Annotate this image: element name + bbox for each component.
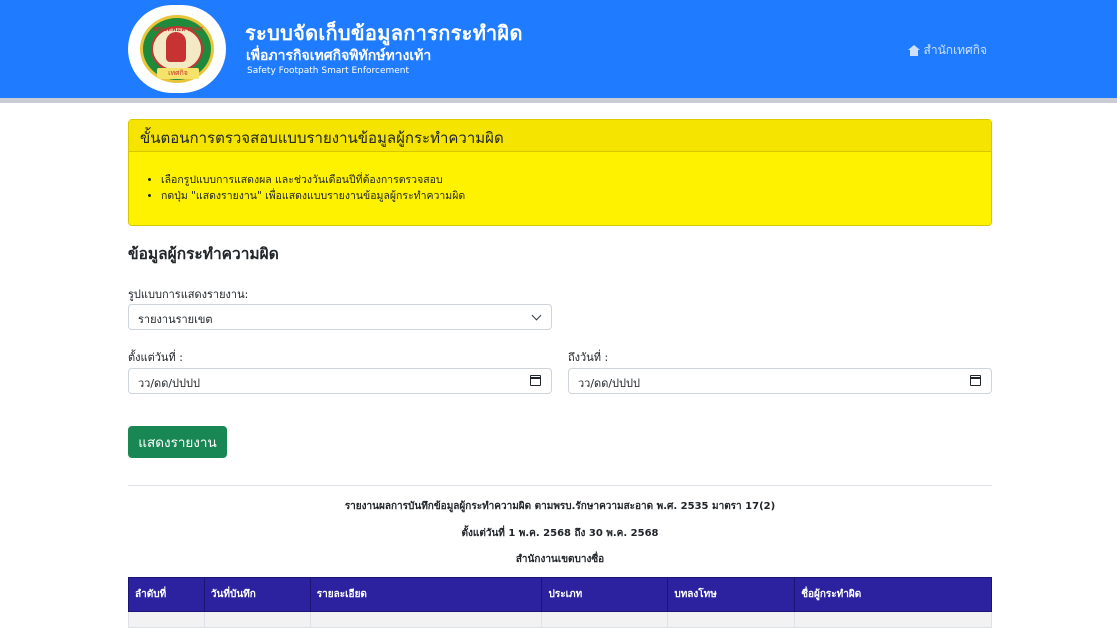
nav-link-home[interactable]: สำนักเทศกิจ xyxy=(907,41,987,60)
instructions-heading: ขั้นตอนการตรวจสอบแบบรายงานข้อมูลผู้กระทำ… xyxy=(129,120,991,152)
table-cell xyxy=(541,611,669,628)
report-type-label: รูปแบบการแสดงรายงาน: xyxy=(128,288,249,301)
from-date-input[interactable]: วว/ดด/ปปปป xyxy=(128,368,552,394)
table-cell xyxy=(794,611,992,628)
show-report-button[interactable]: แสดงรายงาน xyxy=(128,426,227,458)
column-header: ชื่อผู้กระทำผิด xyxy=(794,577,992,612)
report-type-value: รายงานรายเขต xyxy=(138,313,213,326)
column-header: รายละเอียด xyxy=(309,577,543,612)
column-header: วันที่บันทึก xyxy=(203,577,311,612)
to-date-input[interactable]: วว/ดด/ปปปป xyxy=(568,368,992,394)
logo-text-top: กรุงเทพมหานคร xyxy=(153,25,203,33)
header-divider xyxy=(0,98,1117,103)
table-cell xyxy=(203,611,311,628)
instructions-list: เลือกรูปแบบการแสดงผล และช่วงวันเดือนปีที… xyxy=(129,152,991,204)
column-header: บทลงโทษ xyxy=(667,577,796,612)
instruction-item: เลือกรูปแบบการแสดงผล และช่วงวันเดือนปีที… xyxy=(161,172,975,188)
column-header: ประเภท xyxy=(541,577,669,612)
section-title: ข้อมูลผู้กระทำความผิด xyxy=(128,245,279,263)
table-header-row: ลำดับที่ วันที่บันทึก รายละเอียด ประเภท … xyxy=(128,577,992,612)
calendar-icon[interactable] xyxy=(530,375,541,386)
report-type-select[interactable]: รายงานรายเขต xyxy=(128,304,552,330)
logo[interactable]: กรุงเทพมหานคร เทศกิจ xyxy=(128,5,226,93)
to-date-value: วว/ดด/ปปปป xyxy=(578,377,640,390)
from-date-value: วว/ดด/ปปปป xyxy=(138,377,200,390)
app-subtitle: เพื่อภารกิจเทศกิจพิทักษ์ทางเท้า xyxy=(246,48,432,64)
logo-emblem: กรุงเทพมหานคร เทศกิจ xyxy=(140,15,214,83)
report-office: สำนักงานเขตบางซื่อ xyxy=(515,554,605,565)
divider xyxy=(128,485,992,486)
calendar-icon[interactable] xyxy=(970,375,981,386)
report-date-range: ตั้งแต่วันที่ 1 พ.ค. 2568 ถึง 30 พ.ค. 25… xyxy=(461,528,659,539)
report-title: รายงานผลการบันทึกข้อมูลผู้กระทำความผิด ต… xyxy=(344,501,776,512)
to-date-label: ถึงวันที่ : xyxy=(568,351,609,364)
table-cell xyxy=(667,611,796,628)
app-header: กรุงเทพมหานคร เทศกิจ ระบบจัดเก็บข้อมูลกา… xyxy=(0,0,1117,98)
nav-link-label: สำนักเทศกิจ xyxy=(923,43,987,57)
table-cell xyxy=(309,611,543,628)
logo-text-bottom: เทศกิจ xyxy=(157,68,199,79)
instruction-item: กดปุ่ม "แสดงรายงาน" เพื่อแสดงแบบรายงานข้… xyxy=(161,188,975,204)
app-tagline: Safety Footpath Smart Enforcement xyxy=(247,66,410,76)
instructions-panel: ขั้นตอนการตรวจสอบแบบรายงานข้อมูลผู้กระทำ… xyxy=(128,119,992,226)
table-cell xyxy=(128,611,205,628)
logo-mark xyxy=(166,32,186,62)
chevron-down-icon xyxy=(531,310,542,321)
column-header: ลำดับที่ xyxy=(128,577,205,612)
from-date-label: ตั้งแต่วันที่ : xyxy=(128,351,183,364)
home-icon xyxy=(907,45,920,56)
report-table: ลำดับที่ วันที่บันทึก รายละเอียด ประเภท … xyxy=(128,577,992,628)
table-row xyxy=(128,611,992,628)
